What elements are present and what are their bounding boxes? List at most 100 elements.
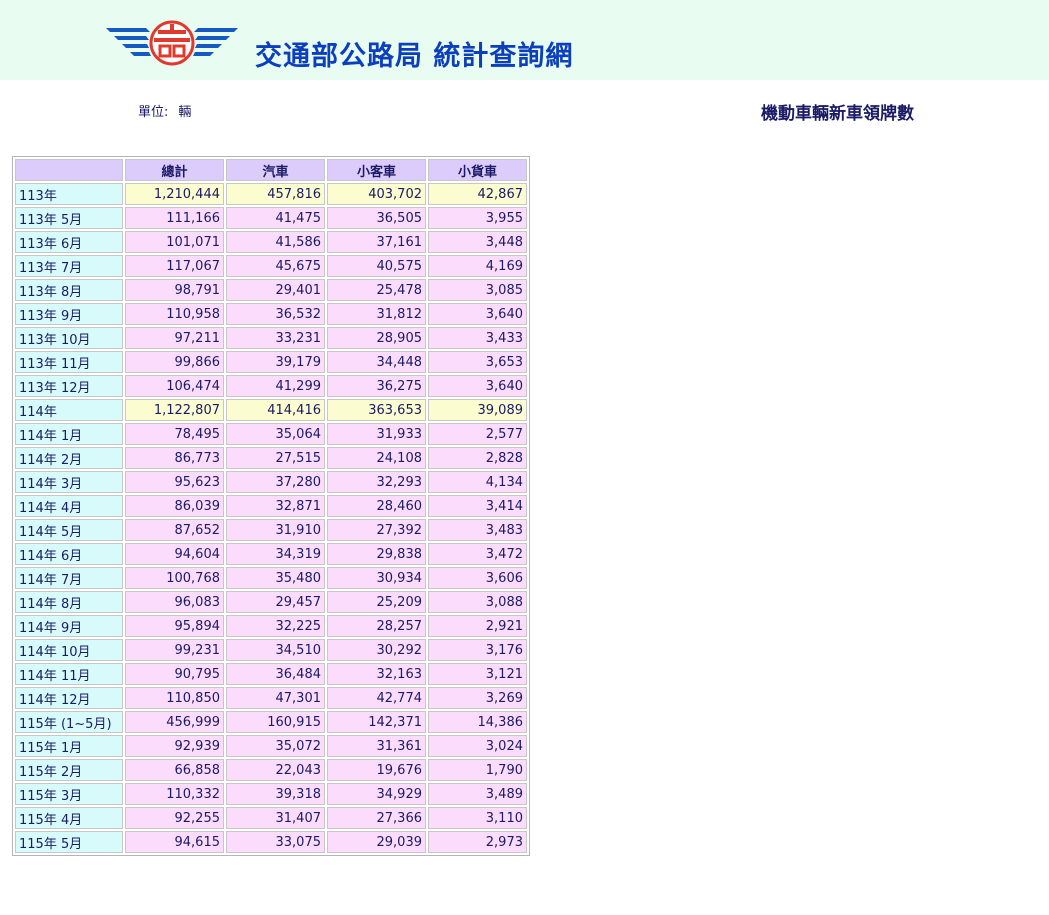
value-cell-small-trucks: 3,448 [428, 231, 527, 253]
value-cell-total: 66,858 [125, 759, 224, 781]
header-cell-passenger-cars: 小客車 [327, 159, 426, 181]
value-cell-passenger-cars: 25,478 [327, 279, 426, 301]
value-cell-passenger-cars: 30,292 [327, 639, 426, 661]
value-cell-small-trucks: 2,973 [428, 831, 527, 853]
table-row: 113年 9月 110,958 36,532 31,812 3,640 [15, 303, 527, 325]
table-row: 113年 1,210,444 457,816 403,702 42,867 [15, 183, 527, 205]
value-cell-small-trucks: 2,921 [428, 615, 527, 637]
table-row: 115年 3月 110,332 39,318 34,929 3,489 [15, 783, 527, 805]
value-cell-cars: 33,231 [226, 327, 325, 349]
value-cell-passenger-cars: 29,039 [327, 831, 426, 853]
value-cell-small-trucks: 42,867 [428, 183, 527, 205]
value-cell-cars: 41,475 [226, 207, 325, 229]
value-cell-passenger-cars: 34,929 [327, 783, 426, 805]
table-row: 114年 9月 95,894 32,225 28,257 2,921 [15, 615, 527, 637]
value-cell-cars: 457,816 [226, 183, 325, 205]
value-cell-small-trucks: 3,483 [428, 519, 527, 541]
period-cell: 113年 8月 [15, 279, 123, 301]
value-cell-cars: 31,407 [226, 807, 325, 829]
value-cell-cars: 22,043 [226, 759, 325, 781]
period-cell: 114年 1月 [15, 423, 123, 445]
value-cell-cars: 29,457 [226, 591, 325, 613]
value-cell-cars: 37,280 [226, 471, 325, 493]
value-cell-small-trucks: 3,024 [428, 735, 527, 757]
value-cell-total: 106,474 [125, 375, 224, 397]
period-cell: 114年 12月 [15, 687, 123, 709]
table-body: 113年 1,210,444 457,816 403,702 42,867 113年 5月… [15, 183, 527, 853]
table-row: 114年 6月 94,604 34,319 29,838 3,472 [15, 543, 527, 565]
value-cell-small-trucks: 3,176 [428, 639, 527, 661]
table-row: 114年 1月 78,495 35,064 31,933 2,577 [15, 423, 527, 445]
table-row: 114年 7月 100,768 35,480 30,934 3,606 [15, 567, 527, 589]
value-cell-passenger-cars: 37,161 [327, 231, 426, 253]
highway-bureau-logo-icon[interactable] [104, 20, 240, 66]
table-row: 114年 11月 90,795 36,484 32,163 3,121 [15, 663, 527, 685]
table-row: 115年 4月 92,255 31,407 27,366 3,110 [15, 807, 527, 829]
value-cell-small-trucks: 2,828 [428, 447, 527, 469]
value-cell-small-trucks: 4,169 [428, 255, 527, 277]
value-cell-passenger-cars: 29,838 [327, 543, 426, 565]
value-cell-small-trucks: 14,386 [428, 711, 527, 733]
statistics-table: 總計 汽車 小客車 小貨車 113年 1,210,444 457,816 403,70… [12, 156, 530, 856]
period-cell: 113年 6月 [15, 231, 123, 253]
value-cell-small-trucks: 3,653 [428, 351, 527, 373]
value-cell-small-trucks: 3,640 [428, 375, 527, 397]
value-cell-small-trucks: 3,955 [428, 207, 527, 229]
value-cell-passenger-cars: 31,812 [327, 303, 426, 325]
period-cell: 114年 3月 [15, 471, 123, 493]
value-cell-passenger-cars: 28,460 [327, 495, 426, 517]
value-cell-passenger-cars: 19,676 [327, 759, 426, 781]
value-cell-total: 110,332 [125, 783, 224, 805]
value-cell-total: 111,166 [125, 207, 224, 229]
period-cell: 115年 3月 [15, 783, 123, 805]
table-row: 114年 1,122,807 414,416 363,653 39,089 [15, 399, 527, 421]
table-row: 113年 10月 97,211 33,231 28,905 3,433 [15, 327, 527, 349]
period-cell: 114年 8月 [15, 591, 123, 613]
value-cell-cars: 36,484 [226, 663, 325, 685]
period-cell: 115年 (1~5月) [15, 711, 123, 733]
unit-row: 單位: 輛 [138, 101, 191, 120]
value-cell-total: 1,122,807 [125, 399, 224, 421]
value-cell-total: 87,652 [125, 519, 224, 541]
value-cell-small-trucks: 3,489 [428, 783, 527, 805]
value-cell-total: 78,495 [125, 423, 224, 445]
period-cell: 113年 5月 [15, 207, 123, 229]
value-cell-passenger-cars: 42,774 [327, 687, 426, 709]
value-cell-passenger-cars: 34,448 [327, 351, 426, 373]
value-cell-total: 456,999 [125, 711, 224, 733]
value-cell-passenger-cars: 30,934 [327, 567, 426, 589]
value-cell-cars: 31,910 [226, 519, 325, 541]
value-cell-cars: 34,510 [226, 639, 325, 661]
period-cell: 114年 11月 [15, 663, 123, 685]
value-cell-total: 99,231 [125, 639, 224, 661]
period-cell: 113年 12月 [15, 375, 123, 397]
table-row: 114年 2月 86,773 27,515 24,108 2,828 [15, 447, 527, 469]
value-cell-cars: 34,319 [226, 543, 325, 565]
value-cell-total: 110,958 [125, 303, 224, 325]
value-cell-passenger-cars: 32,163 [327, 663, 426, 685]
value-cell-cars: 36,532 [226, 303, 325, 325]
value-cell-small-trucks: 2,577 [428, 423, 527, 445]
value-cell-small-trucks: 3,121 [428, 663, 527, 685]
value-cell-total: 97,211 [125, 327, 224, 349]
value-cell-total: 86,773 [125, 447, 224, 469]
value-cell-total: 94,615 [125, 831, 224, 853]
value-cell-small-trucks: 3,088 [428, 591, 527, 613]
value-cell-passenger-cars: 31,361 [327, 735, 426, 757]
table-row: 115年 1月 92,939 35,072 31,361 3,024 [15, 735, 527, 757]
period-cell: 114年 7月 [15, 567, 123, 589]
value-cell-total: 95,894 [125, 615, 224, 637]
value-cell-cars: 35,072 [226, 735, 325, 757]
header-cell-small-trucks: 小貨車 [428, 159, 527, 181]
period-cell: 113年 [15, 183, 123, 205]
value-cell-cars: 35,064 [226, 423, 325, 445]
table-row: 113年 5月 111,166 41,475 36,505 3,955 [15, 207, 527, 229]
value-cell-cars: 414,416 [226, 399, 325, 421]
value-cell-cars: 47,301 [226, 687, 325, 709]
value-cell-total: 90,795 [125, 663, 224, 685]
value-cell-passenger-cars: 24,108 [327, 447, 426, 469]
value-cell-cars: 39,179 [226, 351, 325, 373]
value-cell-passenger-cars: 28,905 [327, 327, 426, 349]
period-cell: 115年 4月 [15, 807, 123, 829]
value-cell-small-trucks: 3,640 [428, 303, 527, 325]
